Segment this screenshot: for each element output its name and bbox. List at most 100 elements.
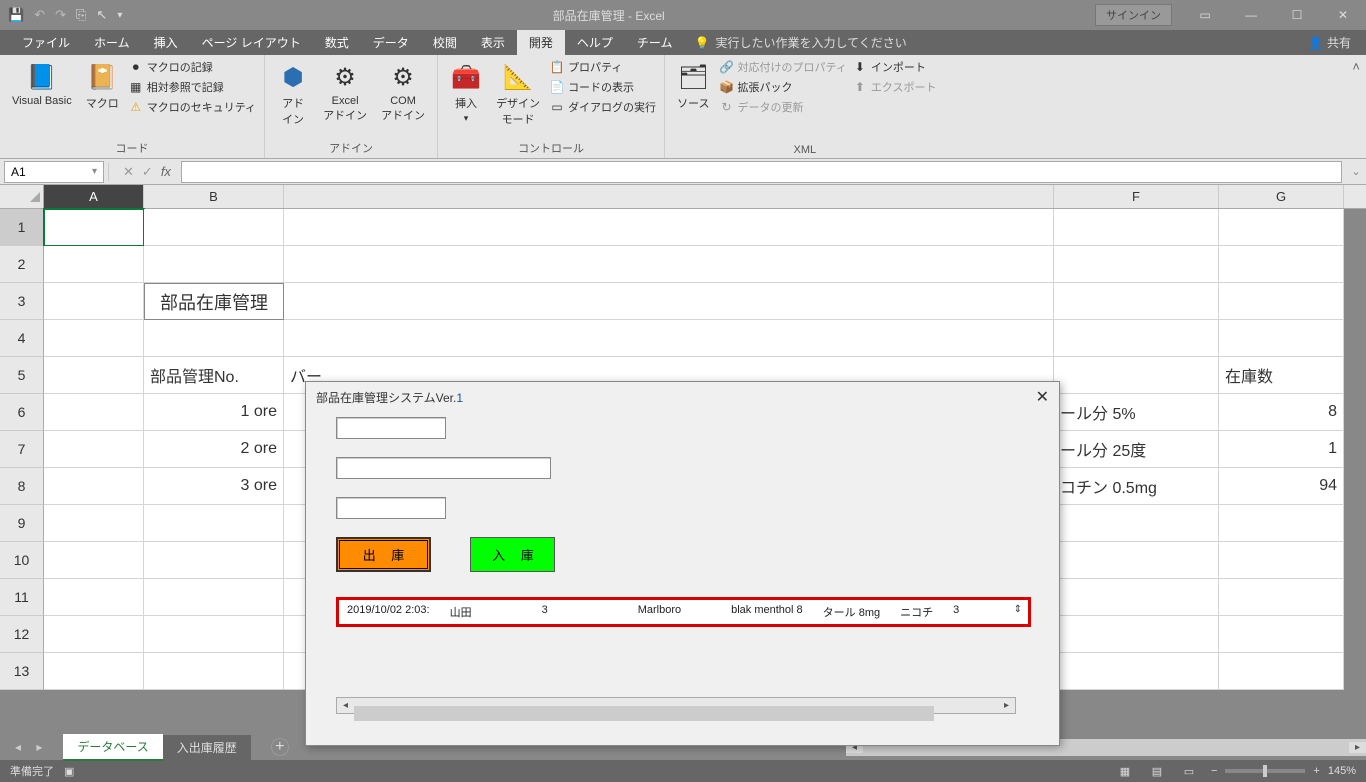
- chevron-down-icon[interactable]: ▾: [92, 166, 97, 177]
- row-header[interactable]: 12: [0, 616, 44, 653]
- row-header[interactable]: 7: [0, 431, 44, 468]
- view-code-button[interactable]: 📄コードの表示: [550, 79, 656, 95]
- row-header[interactable]: 1: [0, 209, 44, 246]
- tab-home[interactable]: ホーム: [82, 30, 142, 55]
- table-cell[interactable]: ール分 5%: [1054, 394, 1219, 431]
- table-cell[interactable]: ール分 25度: [1054, 431, 1219, 468]
- table-cell[interactable]: 8: [1219, 394, 1344, 431]
- visual-basic-button[interactable]: 📘Visual Basic: [8, 59, 76, 109]
- sheet-title-cell[interactable]: 部品在庫管理: [144, 283, 284, 320]
- expansion-pack-button[interactable]: 📦拡張パック: [720, 79, 847, 95]
- row-header[interactable]: 3: [0, 283, 44, 320]
- enter-icon[interactable]: ✓: [142, 164, 153, 180]
- touch-icon[interactable]: ⎘: [76, 7, 86, 23]
- history-listbox[interactable]: 2019/10/02 2:03: 山田 3 Marlboro blak ment…: [336, 597, 1031, 627]
- table-cell[interactable]: 3 ore: [144, 468, 284, 505]
- tab-help[interactable]: ヘルプ: [565, 30, 625, 55]
- table-cell[interactable]: 94: [1219, 468, 1344, 505]
- ribbon-options-icon[interactable]: ▭: [1182, 0, 1228, 30]
- refresh-data-button[interactable]: ↻データの更新: [720, 99, 847, 115]
- receive-button[interactable]: 入 庫: [470, 537, 555, 572]
- dialog-close-button[interactable]: ✕: [1036, 387, 1049, 407]
- record-macro-button[interactable]: ⏺マクロの記録: [129, 59, 256, 75]
- new-sheet-button[interactable]: +: [271, 738, 289, 756]
- table-cell[interactable]: コチン 0.5mg: [1054, 468, 1219, 505]
- zoom-in-icon[interactable]: +: [1313, 765, 1319, 777]
- select-all-corner[interactable]: [0, 185, 44, 208]
- macros-button[interactable]: 📔マクロ: [82, 59, 123, 113]
- tab-view[interactable]: 表示: [469, 30, 517, 55]
- tab-layout[interactable]: ページ レイアウト: [190, 30, 313, 55]
- close-button[interactable]: ✕: [1320, 0, 1366, 30]
- tab-review[interactable]: 校閲: [421, 30, 469, 55]
- signin-button[interactable]: サインイン: [1095, 4, 1172, 26]
- design-mode-button[interactable]: 📐デザイン モード: [492, 59, 544, 129]
- share-button[interactable]: 👤共有: [1308, 34, 1351, 51]
- tab-insert[interactable]: 挿入: [142, 30, 190, 55]
- col-header[interactable]: A: [44, 185, 144, 208]
- fx-icon[interactable]: fx: [161, 164, 171, 179]
- table-cell[interactable]: 1: [1219, 431, 1344, 468]
- tab-formulas[interactable]: 数式: [313, 30, 361, 55]
- macro-security-button[interactable]: ⚠マクロのセキュリティ: [129, 99, 256, 115]
- map-properties-button[interactable]: 🔗対応付けのプロパティ: [720, 59, 847, 75]
- zoom-slider[interactable]: [1225, 769, 1305, 773]
- properties-button[interactable]: 📋プロパティ: [550, 59, 656, 75]
- list-item[interactable]: 2019/10/02 2:03: 山田 3 Marlboro blak ment…: [339, 600, 1028, 624]
- cell-a1[interactable]: [44, 209, 144, 246]
- row-header[interactable]: 13: [0, 653, 44, 690]
- tab-file[interactable]: ファイル: [10, 30, 82, 55]
- tab-data[interactable]: データ: [361, 30, 421, 55]
- zoom-percent[interactable]: 145%: [1328, 765, 1356, 777]
- issue-button[interactable]: 出 庫: [336, 537, 431, 572]
- row-header[interactable]: 11: [0, 579, 44, 616]
- row-header[interactable]: 2: [0, 246, 44, 283]
- textbox-3[interactable]: [336, 497, 446, 519]
- header-no[interactable]: 部品管理No.: [144, 357, 284, 394]
- zoom-out-icon[interactable]: −: [1211, 765, 1217, 777]
- maximize-button[interactable]: ☐: [1274, 0, 1320, 30]
- insert-control-button[interactable]: 🧰挿入▾: [446, 59, 486, 126]
- row-header[interactable]: 5: [0, 357, 44, 394]
- row-header[interactable]: 4: [0, 320, 44, 357]
- row-header[interactable]: 10: [0, 542, 44, 579]
- excel-addins-button[interactable]: ⚙Excel アドイン: [319, 59, 371, 125]
- row-header[interactable]: 8: [0, 468, 44, 505]
- row-header[interactable]: 6: [0, 394, 44, 431]
- col-header[interactable]: F: [1054, 185, 1219, 208]
- relative-ref-button[interactable]: ▦相対参照で記録: [129, 79, 256, 95]
- import-button[interactable]: ⬇インポート: [853, 59, 937, 75]
- tell-me[interactable]: 💡実行したい作業を入力してください: [695, 34, 907, 51]
- minimize-button[interactable]: —: [1228, 0, 1274, 30]
- com-addins-button[interactable]: ⚙COM アドイン: [377, 59, 429, 125]
- undo-icon[interactable]: ↶: [34, 7, 45, 23]
- col-header[interactable]: B: [144, 185, 284, 208]
- scroll-thumb[interactable]: [354, 706, 934, 721]
- textbox-2[interactable]: [336, 457, 551, 479]
- table-cell[interactable]: 2 ore: [144, 431, 284, 468]
- sheet-tab-database[interactable]: データベース: [63, 734, 162, 761]
- zoom-control[interactable]: − + 145%: [1211, 765, 1356, 777]
- page-break-view-icon[interactable]: ▭: [1179, 765, 1199, 778]
- redo-icon[interactable]: ↷: [55, 7, 66, 23]
- export-button[interactable]: ⬆エクスポート: [853, 79, 937, 95]
- page-layout-view-icon[interactable]: ▤: [1147, 765, 1167, 778]
- dialog-titlebar[interactable]: 部品在庫管理システムVer.1 ✕: [306, 382, 1059, 412]
- row-header[interactable]: 9: [0, 505, 44, 542]
- tab-developer[interactable]: 開発: [517, 30, 565, 55]
- save-icon[interactable]: 💾: [8, 7, 24, 23]
- run-dialog-button[interactable]: ▭ダイアログの実行: [550, 99, 656, 115]
- sheet-nav[interactable]: ◂ ▸: [15, 740, 48, 754]
- table-cell[interactable]: 1 ore: [144, 394, 284, 431]
- macro-record-status-icon[interactable]: ▣: [64, 765, 74, 778]
- expand-formula-icon[interactable]: ⌄: [1346, 165, 1366, 178]
- header-stock[interactable]: 在庫数: [1219, 357, 1344, 394]
- addins-button[interactable]: ⬢アド イン: [273, 59, 313, 129]
- formula-input[interactable]: [181, 161, 1342, 183]
- listbox-hscrollbar[interactable]: ◂ ▸: [336, 697, 1016, 714]
- name-box[interactable]: A1▾: [4, 161, 104, 183]
- cancel-icon[interactable]: ✕: [123, 164, 134, 180]
- tab-team[interactable]: チーム: [625, 30, 685, 55]
- collapse-ribbon-icon[interactable]: ˄: [1346, 55, 1366, 158]
- col-header[interactable]: G: [1219, 185, 1344, 208]
